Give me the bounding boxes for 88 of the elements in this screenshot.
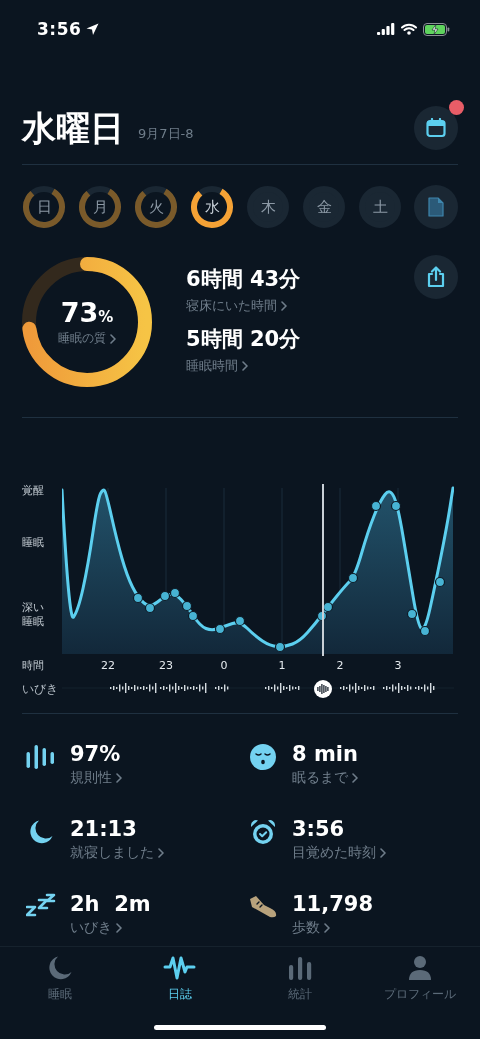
data-point xyxy=(234,615,246,627)
x-axis-label: 22 xyxy=(100,659,116,672)
y-axis-label: 睡眠 xyxy=(22,536,45,551)
shoe-icon xyxy=(248,894,278,920)
stat-value: 3:56 xyxy=(292,817,345,841)
data-point xyxy=(322,601,334,613)
y-axis-label: 覚醒 xyxy=(22,484,45,499)
bar-chart-icon xyxy=(287,955,313,981)
data-point xyxy=(434,576,446,588)
moon-icon xyxy=(28,819,54,845)
chevron-icon xyxy=(158,848,164,858)
x-axis-label: 3 xyxy=(393,659,403,672)
stat-link[interactable]: 就寝しました xyxy=(70,844,164,862)
data-point xyxy=(419,625,431,637)
duration-link[interactable]: 寝床にいた時間 xyxy=(186,297,287,315)
day-ring-button[interactable]: 水 xyxy=(190,185,234,229)
data-point xyxy=(159,590,171,602)
tab-bar-item[interactable]: 日誌 xyxy=(120,955,240,1003)
report-button[interactable] xyxy=(414,185,458,229)
stat-value: 97% xyxy=(70,742,121,766)
day-ring-button[interactable]: 木 xyxy=(246,185,290,229)
stat-value: 2h 2m xyxy=(70,892,151,916)
data-point xyxy=(132,592,144,604)
data-point xyxy=(274,641,286,653)
chevron-icon xyxy=(116,923,122,933)
chevron-icon xyxy=(324,923,330,933)
calendar-button[interactable] xyxy=(414,106,458,150)
data-point xyxy=(181,600,193,612)
data-point xyxy=(370,500,382,512)
wave-icon xyxy=(163,955,197,981)
date-range: 9月7日-8 xyxy=(138,125,194,143)
tab-bar-item[interactable]: 統計 xyxy=(240,955,360,1003)
duration-link[interactable]: 睡眠時間 xyxy=(186,357,248,375)
stat-value: 21:13 xyxy=(70,817,137,841)
x-axis-title: 時間 xyxy=(22,658,45,673)
data-point xyxy=(144,602,156,614)
bars-icon xyxy=(26,744,56,770)
battery-charging-icon xyxy=(423,22,450,36)
x-axis-label: 2 xyxy=(335,659,345,672)
share-button[interactable] xyxy=(414,255,458,299)
tab-bar-item[interactable]: 睡眠 xyxy=(0,955,120,1003)
chevron-icon xyxy=(242,361,248,371)
stat-link[interactable]: 目覚めた時刻 xyxy=(292,844,386,862)
chevron-icon xyxy=(281,301,287,311)
signal-icon xyxy=(377,23,395,35)
data-point xyxy=(187,610,199,622)
duration-value: 6時間 43分 xyxy=(186,266,301,293)
stat-link[interactable]: 歩数 xyxy=(292,919,330,937)
chevron-icon xyxy=(380,848,386,858)
calendar-icon xyxy=(426,118,446,138)
data-point xyxy=(406,608,418,620)
day-ring-button[interactable]: 火 xyxy=(134,185,178,229)
stat-value: 8 min xyxy=(292,742,358,766)
day-title: 水曜日 xyxy=(22,111,124,145)
snore-playhead[interactable] xyxy=(314,680,332,698)
status-time: 3:56 xyxy=(37,19,82,39)
sleep-quality-value: 73% xyxy=(60,297,114,328)
data-point xyxy=(214,623,226,635)
chevron-icon xyxy=(110,333,116,344)
person-icon xyxy=(407,955,433,981)
data-point xyxy=(169,587,181,599)
snore-label: いびき xyxy=(22,680,59,698)
x-axis-label: 23 xyxy=(158,659,174,672)
document-icon xyxy=(428,197,444,217)
y-axis-label: 深い睡眠 xyxy=(22,600,45,630)
data-point xyxy=(347,572,359,584)
day-ring-button[interactable]: 金 xyxy=(302,185,346,229)
stat-value: 11,798 xyxy=(292,892,374,916)
x-axis-label: 1 xyxy=(277,659,287,672)
day-ring-button[interactable]: 日 xyxy=(22,185,66,229)
stat-link[interactable]: いびき xyxy=(70,919,122,937)
sleep-quality-link[interactable]: 睡眠の質 xyxy=(58,330,116,347)
chevron-icon xyxy=(352,773,358,783)
duration-value: 5時間 20分 xyxy=(186,326,301,353)
tab-bar-item[interactable]: プロフィール xyxy=(360,955,480,1003)
wifi-icon xyxy=(401,23,417,35)
chevron-icon xyxy=(116,773,122,783)
data-point xyxy=(390,500,402,512)
stat-link[interactable]: 規則性 xyxy=(70,769,122,787)
day-ring-button[interactable]: 土 xyxy=(358,185,402,229)
stat-link[interactable]: 眠るまで xyxy=(292,769,358,787)
sleepy-face-icon xyxy=(249,743,277,771)
alarm-clock-icon xyxy=(249,818,277,846)
share-icon xyxy=(426,266,446,288)
x-axis-label: 0 xyxy=(219,659,229,672)
moon-icon xyxy=(47,955,73,981)
day-ring-button[interactable]: 月 xyxy=(78,185,122,229)
location-arrow-icon xyxy=(86,22,100,36)
